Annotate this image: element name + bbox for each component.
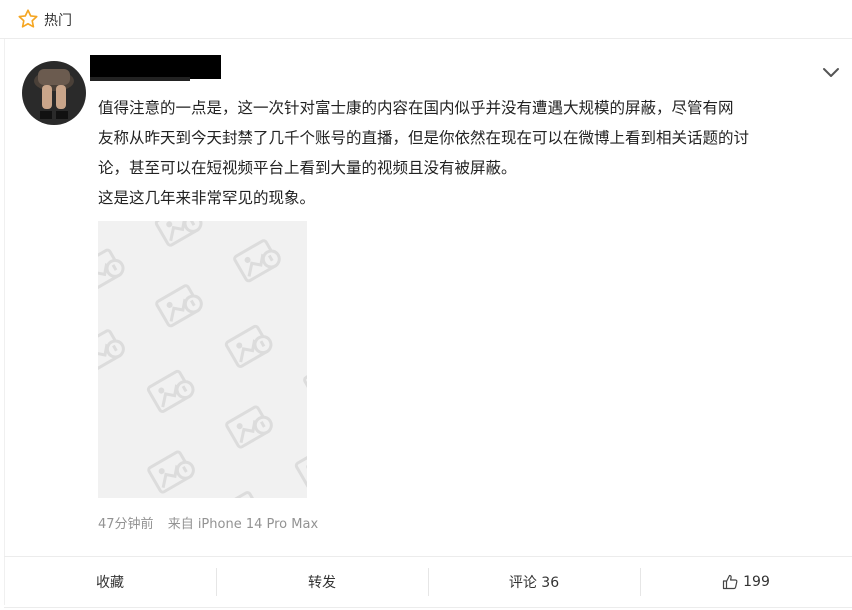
like-count: 199 [743,574,770,590]
author-name-redacted-tail [90,77,190,81]
image-placeholder-icon [98,221,307,498]
feed-header: 热门 [0,0,852,39]
header-title: 热门 [44,13,72,29]
post-line: 友称从昨天到今天封禁了几千个账号的直播，但是你依然在现在可以在微博上看到相关话题… [98,129,750,147]
favorite-button[interactable]: 收藏 [4,557,216,607]
repost-label: 转发 [308,575,336,591]
post-time[interactable]: 47分钟前 [98,517,154,532]
action-bar: 收藏 转发 评论 36 199 [4,556,852,608]
post-text: 值得注意的一点是，这一次针对富士康的内容在国内似乎并没有遭遇大规模的屏蔽，尽管有… [98,93,838,213]
post-line: 值得注意的一点是，这一次针对富士康的内容在国内似乎并没有遭遇大规模的屏蔽，尽管有… [98,99,734,117]
post-meta: 47分钟前 来自 iPhone 14 Pro Max [98,513,328,532]
post-line: 论，甚至可以在短视频平台上看到大量的视频且没有被屏蔽。 [98,159,517,177]
comment-label: 评论 36 [508,575,560,591]
chevron-down-icon[interactable] [822,66,840,80]
thumbs-up-icon [723,574,738,590]
post-source: 来自 iPhone 14 Pro Max [167,517,319,532]
author-name-redacted [90,55,221,79]
avatar[interactable] [22,61,86,125]
favorite-label: 收藏 [96,575,124,591]
repost-button[interactable]: 转发 [216,557,428,607]
post-image[interactable] [98,221,307,498]
star-icon [18,9,38,28]
comment-button[interactable]: 评论 36 [428,557,640,607]
post-line: 这是这几年来非常罕见的现象。 [98,189,316,207]
like-button[interactable]: 199 [640,557,852,607]
